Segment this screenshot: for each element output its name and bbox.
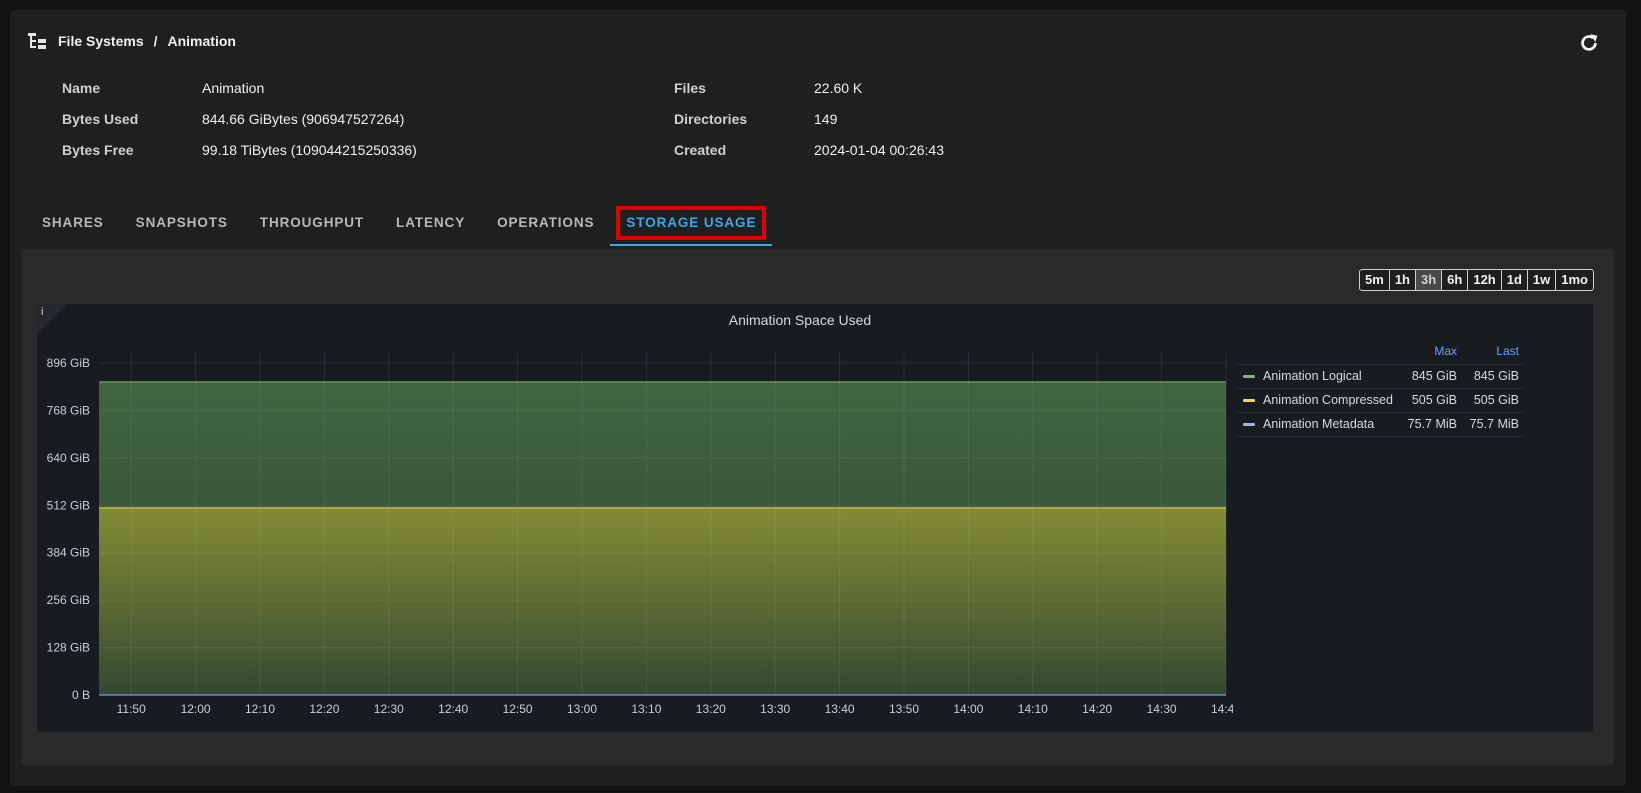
- x-tick-label: 13:10: [631, 702, 661, 716]
- header: File Systems / Animation: [26, 26, 1610, 56]
- time-range-selector: 5m 1h 3h 6h 12h 1d 1w 1mo: [1359, 269, 1594, 291]
- y-tick-label: 896 GiB: [47, 356, 90, 370]
- range-1mo-button[interactable]: 1mo: [1555, 269, 1594, 291]
- y-tick-label: 256 GiB: [47, 593, 90, 607]
- legend-name: Animation Logical: [1263, 369, 1362, 383]
- legend-table: Max Last Animation Logical 845 GiB 845 G…: [1235, 344, 1525, 437]
- x-tick-label: 12:20: [309, 702, 339, 716]
- series-area: [99, 507, 1226, 695]
- range-1h-button[interactable]: 1h: [1388, 269, 1416, 291]
- x-tick-label: 13:00: [567, 702, 597, 716]
- range-3h-button[interactable]: 3h: [1415, 269, 1443, 291]
- range-1d-button[interactable]: 1d: [1500, 269, 1528, 291]
- storage-usage-panel: 5m 1h 3h 6h 12h 1d 1w 1mo i Animation Sp…: [22, 249, 1614, 765]
- refresh-icon[interactable]: [1578, 32, 1600, 54]
- legend-item-logical[interactable]: Animation Logical 845 GiB 845 GiB: [1235, 364, 1525, 388]
- tab-storage-usage-label: STORAGE USAGE: [626, 215, 757, 230]
- x-tick-label: 13:40: [825, 702, 855, 716]
- tab-operations[interactable]: OPERATIONS: [481, 202, 610, 244]
- prop-label: Files: [674, 80, 706, 96]
- prop-value: 22.60 K: [814, 80, 863, 96]
- x-tick-label: 11:50: [117, 702, 146, 716]
- prop-value: 149: [814, 111, 838, 127]
- breadcrumb-current: Animation: [167, 33, 236, 49]
- breadcrumb-separator: /: [153, 33, 158, 49]
- tab-snapshots[interactable]: SNAPSHOTS: [120, 202, 244, 244]
- range-5m-button[interactable]: 5m: [1359, 269, 1390, 291]
- tab-storage-usage[interactable]: STORAGE USAGE: [610, 202, 773, 246]
- x-tick-label: 14:10: [1018, 702, 1048, 716]
- legend-last: 845 GiB: [1473, 369, 1519, 383]
- x-tick-label: 12:10: [245, 702, 275, 716]
- x-tick-label: 14:20: [1082, 702, 1112, 716]
- range-1w-button[interactable]: 1w: [1526, 269, 1557, 291]
- prop-value: Animation: [202, 80, 265, 96]
- y-tick-label: 640 GiB: [47, 451, 90, 465]
- space-used-graph: i Animation Space Used 0 B 128 GiB 256 GiB…: [37, 304, 1593, 732]
- prop-label: Bytes Used: [62, 111, 139, 127]
- x-tick-label: 12:00: [181, 702, 211, 716]
- legend-item-metadata[interactable]: Animation Metadata 75.7 MiB 75.7 MiB: [1235, 412, 1525, 437]
- prop-value: 99.18 TiBytes (109044215250336): [202, 142, 417, 158]
- legend-swatch: [1243, 423, 1255, 426]
- prop-label: Bytes Free: [62, 142, 134, 158]
- legend-last: 505 GiB: [1473, 393, 1519, 407]
- x-tick-label: 14:40: [1211, 702, 1233, 716]
- tab-throughput[interactable]: THROUGHPUT: [244, 202, 380, 244]
- legend-max: 845 GiB: [1411, 369, 1457, 383]
- file-tree-icon: [28, 33, 46, 49]
- legend-max: 75.7 MiB: [1407, 417, 1457, 431]
- prop-label: Name: [62, 80, 101, 96]
- x-tick-label: 14:30: [1147, 702, 1177, 716]
- legend-header: Max Last: [1235, 344, 1525, 364]
- tab-latency[interactable]: LATENCY: [380, 202, 481, 244]
- x-tick-label: 12:30: [374, 702, 404, 716]
- filesystem-detail-page: File Systems / Animation Name Animation …: [10, 10, 1626, 786]
- y-tick-label: 768 GiB: [47, 403, 90, 417]
- legend-name: Animation Metadata: [1263, 417, 1375, 431]
- prop-value: 2024-01-04 00:26:43: [814, 142, 944, 158]
- x-tick-label: 12:40: [438, 702, 468, 716]
- prop-label: Directories: [674, 111, 748, 127]
- tab-bar: SHARES SNAPSHOTS THROUGHPUT LATENCY OPER…: [26, 202, 773, 246]
- x-tick-label: 13:20: [696, 702, 726, 716]
- range-6h-button[interactable]: 6h: [1441, 269, 1469, 291]
- legend-name: Animation Compressed: [1263, 393, 1393, 407]
- x-tick-label: 13:50: [889, 702, 919, 716]
- x-tick-label: 13:30: [760, 702, 790, 716]
- legend-max: 505 GiB: [1411, 393, 1457, 407]
- prop-label: Created: [674, 142, 727, 158]
- x-tick-label: 12:50: [503, 702, 533, 716]
- legend-item-compressed[interactable]: Animation Compressed 505 GiB 505 GiB: [1235, 388, 1525, 412]
- y-tick-label: 384 GiB: [47, 546, 90, 560]
- legend-swatch: [1243, 375, 1255, 378]
- legend-last-header[interactable]: Last: [1496, 344, 1519, 358]
- legend-last: 75.7 MiB: [1469, 417, 1519, 431]
- tab-shares[interactable]: SHARES: [26, 202, 120, 244]
- y-tick-label: 0 B: [72, 688, 90, 702]
- y-tick-label: 128 GiB: [47, 641, 90, 655]
- area-chart: 0 B 128 GiB 256 GiB 384 GiB 512 GiB 640 GiB 76…: [47, 353, 1233, 716]
- legend-max-header[interactable]: Max: [1434, 344, 1457, 358]
- legend-swatch: [1243, 399, 1255, 402]
- x-tick-label: 14:00: [953, 702, 983, 716]
- y-tick-label: 512 GiB: [47, 498, 90, 512]
- breadcrumb-root[interactable]: File Systems: [58, 33, 144, 49]
- prop-value: 844.66 GiBytes (906947527264): [202, 111, 405, 127]
- range-12h-button[interactable]: 12h: [1467, 269, 1502, 291]
